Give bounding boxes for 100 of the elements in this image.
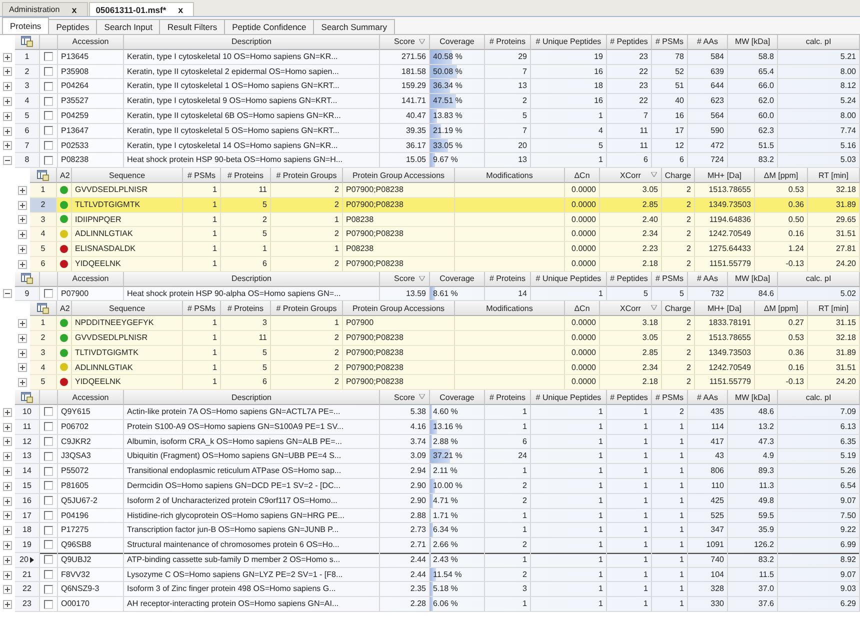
table-row[interactable]: 13 J3QSA3 Ubiquitin (Fragment) OS=Homo sapiens GN=UBB PE=4 S... 3.09 37.21 % 24 1 1 1 43 4.9 5.19 [15, 449, 860, 464]
peptide-row[interactable]: 2 GVVDSEDLPLNISR 1 11 2 P07900;P08238 0.0000 3.05 2 1513.78655 0.53 32.18 [30, 330, 860, 346]
column-chooser-button[interactable] [15, 272, 40, 287]
column-header[interactable]: # Protein Groups [271, 168, 343, 183]
checkbox[interactable] [44, 111, 53, 120]
column-header[interactable]: Charge [662, 301, 695, 316]
column-header[interactable]: Accession [58, 272, 124, 287]
checkbox[interactable] [44, 288, 53, 298]
collapse-icon[interactable] [3, 156, 12, 166]
column-header[interactable]: # Proteins [221, 168, 271, 183]
expand-icon[interactable] [3, 112, 12, 121]
column-header[interactable]: # Peptides [607, 390, 652, 405]
peptide-row[interactable]: 4 ADLINNLGTIAK 1 5 2 P07900;P08238 0.0000 2.34 2 1242.70549 0.16 31.51 [30, 360, 860, 376]
column-header[interactable]: Sequence [72, 168, 183, 183]
column-header[interactable]: Score [380, 390, 430, 405]
peptide-row[interactable]: 1 GVVDSEDLPLNISR 1 11 2 P07900;P08238 0.0000 3.05 2 1513.78655 0.53 32.18 [30, 182, 860, 198]
expand-icon[interactable] [3, 482, 12, 491]
view-tab[interactable]: Search Summary [313, 19, 395, 34]
close-button[interactable]: x [176, 4, 186, 14]
expand-icon[interactable] [18, 200, 27, 210]
column-header[interactable]: # PSMs [652, 35, 688, 50]
checkbox[interactable] [44, 540, 53, 550]
expand-icon[interactable] [18, 215, 27, 224]
expand-icon[interactable] [3, 82, 12, 92]
table-row[interactable]: 5 P04259 Keratin, type II cytoskeletal 6B OS=Homo sapiens GN=KR... 40.47 13.83 % 5 1 7 16 564 60.0 8.00 [15, 108, 860, 124]
column-chooser-button[interactable] [15, 35, 40, 50]
checkbox[interactable] [44, 526, 53, 535]
column-header[interactable]: Description [124, 390, 380, 405]
table-row[interactable]: 11 P06702 Protein S100-A9 OS=Homo sapiens GN=S100A9 PE=1 SV... 4.16 13.16 % 1 1 1 1 114 13.2 6.13 [15, 420, 860, 435]
column-header[interactable]: MW [kDa] [728, 35, 778, 50]
peptide-row[interactable]: 1 NPDDITNEEYGEFYK 1 3 1 P07900 0.0000 3.18 2 1833.78191 0.27 31.15 [30, 316, 860, 331]
column-header[interactable]: # Unique Peptides [531, 272, 607, 287]
expand-icon[interactable] [18, 186, 27, 195]
column-header[interactable]: # Protein Groups [271, 301, 343, 316]
column-header[interactable]: # Unique Peptides [531, 35, 607, 50]
column-header[interactable]: Score [380, 35, 430, 50]
checkbox[interactable] [44, 126, 53, 136]
expand-icon[interactable] [3, 600, 12, 610]
expand-icon[interactable] [3, 526, 12, 536]
column-header[interactable]: # AAs [688, 35, 728, 50]
column-header[interactable]: # Proteins [485, 35, 531, 50]
expand-icon[interactable] [3, 408, 12, 417]
expand-icon[interactable] [18, 230, 27, 240]
peptide-row[interactable]: 3 TLTIVDTGIGMTK 1 5 2 P07900;P08238 0.0000 2.85 2 1349.73503 0.36 31.89 [30, 346, 860, 361]
column-header[interactable]: ΔM [ppm] [755, 168, 808, 183]
expand-icon[interactable] [3, 67, 12, 76]
column-header[interactable]: calc. pI [778, 35, 860, 50]
column-header[interactable]: A2 [57, 301, 72, 316]
column-chooser-button[interactable] [30, 168, 57, 183]
expand-icon[interactable] [3, 452, 12, 462]
table-row[interactable]: 10 Q9Y615 Actin-like protein 7A OS=Homo sapiens GN=ACTL7A PE=... 5.38 4.60 % 1 1 1 2 435 48.6 7.09 [15, 404, 860, 420]
expand-icon[interactable] [3, 422, 12, 432]
column-header[interactable]: Accession [58, 390, 124, 405]
column-header[interactable]: MH+ [Da] [695, 301, 755, 316]
checkbox[interactable] [44, 422, 53, 432]
column-header[interactable]: # AAs [688, 272, 728, 287]
column-header[interactable]: ΔM [ppm] [755, 301, 808, 316]
column-header[interactable]: Coverage [430, 390, 485, 405]
checkbox[interactable] [44, 481, 53, 490]
expand-icon[interactable] [18, 348, 27, 358]
column-header[interactable]: # Proteins [221, 301, 271, 316]
column-header[interactable]: calc. pI [778, 390, 860, 405]
table-row[interactable]: 18 P17275 Transcription factor jun-B OS=Homo sapiens GN=JUNB P... 2.73 6.34 % 1 1 1 1 347 35.9 9.22 [15, 523, 860, 538]
column-header[interactable]: Description [124, 35, 380, 50]
column-header[interactable]: Score [380, 272, 430, 287]
peptide-row[interactable]: 2 TLTLVDTGIGMTK 1 5 2 P07900;P08238 0.0000 2.85 2 1349.73503 0.36 31.89 [30, 198, 860, 213]
document-tab[interactable]: Administration x [2, 2, 88, 16]
column-header[interactable]: Protein Group Accessions [343, 168, 455, 183]
column-header[interactable]: XCorr [600, 168, 662, 183]
column-header[interactable]: calc. pI [778, 272, 860, 287]
checkbox[interactable] [44, 140, 53, 150]
column-header[interactable]: A2 [57, 168, 72, 183]
table-row[interactable]: 6 P13647 Keratin, type II cytoskeletal 5 OS=Homo sapiens GN=KRT... 39.35 21.19 % 7 4 11 17 590 62.3 7.74 [15, 124, 860, 139]
column-header[interactable]: # Proteins [485, 272, 531, 287]
peptide-row[interactable]: 3 IDIIPNPQER 1 2 1 P08238 0.0000 2.40 2 1194.64836 0.50 29.65 [30, 212, 860, 228]
table-row[interactable]: 15 P81605 Dermcidin OS=Homo sapiens GN=DCD PE=1 SV=2 - [DC... 2.90 10.00 % 2 1 1 1 110 11.3 6.54 [15, 478, 860, 494]
column-header[interactable]: Description [124, 272, 380, 287]
column-header[interactable]: Sequence [72, 301, 183, 316]
checkbox[interactable] [44, 66, 53, 76]
view-tab[interactable]: Peptide Confidence [224, 19, 314, 34]
table-row[interactable]: 4 P35527 Keratin, type I cytoskeletal 9 OS=Homo sapiens GN=KRT... 141.71 47.51 % 2 16 22 40 623 62.0 5.24 [15, 94, 860, 109]
expand-icon[interactable] [18, 378, 27, 388]
checkbox[interactable] [44, 510, 53, 520]
column-header[interactable]: # Peptides [607, 35, 652, 50]
expand-icon[interactable] [18, 260, 27, 269]
column-header[interactable]: MW [kDa] [728, 390, 778, 405]
table-row[interactable]: 7 P02533 Keratin, type I cytoskeletal 14 OS=Homo sapiens GN=KR... 36.17 33.05 % 20 5 11 12 472 51.5 5.16 [15, 138, 860, 154]
column-header[interactable]: # PSMs [652, 272, 688, 287]
column-header[interactable]: Modifications [455, 301, 565, 316]
peptide-row[interactable]: 6 YIDQEELNK 1 6 2 P07900;P08238 0.0000 2.18 2 1151.55779 -0.13 24.20 [30, 256, 860, 272]
column-chooser-button[interactable] [15, 390, 40, 405]
expand-icon[interactable] [3, 467, 12, 476]
column-header[interactable]: Coverage [430, 272, 485, 287]
peptide-row[interactable]: 5 YIDQEELNK 1 6 2 P07900;P08238 0.0000 2.18 2 1151.55779 -0.13 24.20 [30, 375, 860, 390]
peptide-row[interactable]: 5 ELISNASDALDK 1 1 1 P08238 0.0000 2.23 2 1275.64433 1.24 27.81 [30, 242, 860, 257]
table-row[interactable]: 17 P04196 Histidine-rich glycoprotein OS=Homo sapiens GN=HRG PE... 2.88 1.71 % 1 1 1 1 525 59.5 7.50 [15, 508, 860, 524]
checkbox[interactable] [44, 600, 53, 609]
table-row[interactable]: 8 P08238 Heat shock protein HSP 90-beta OS=Homo sapiens GN=H... 15.05 9.67 % 13 1 6 6 724 83.2 5.03 [15, 153, 860, 168]
expand-icon[interactable] [18, 319, 27, 328]
column-header[interactable]: MH+ [Da] [695, 168, 755, 183]
